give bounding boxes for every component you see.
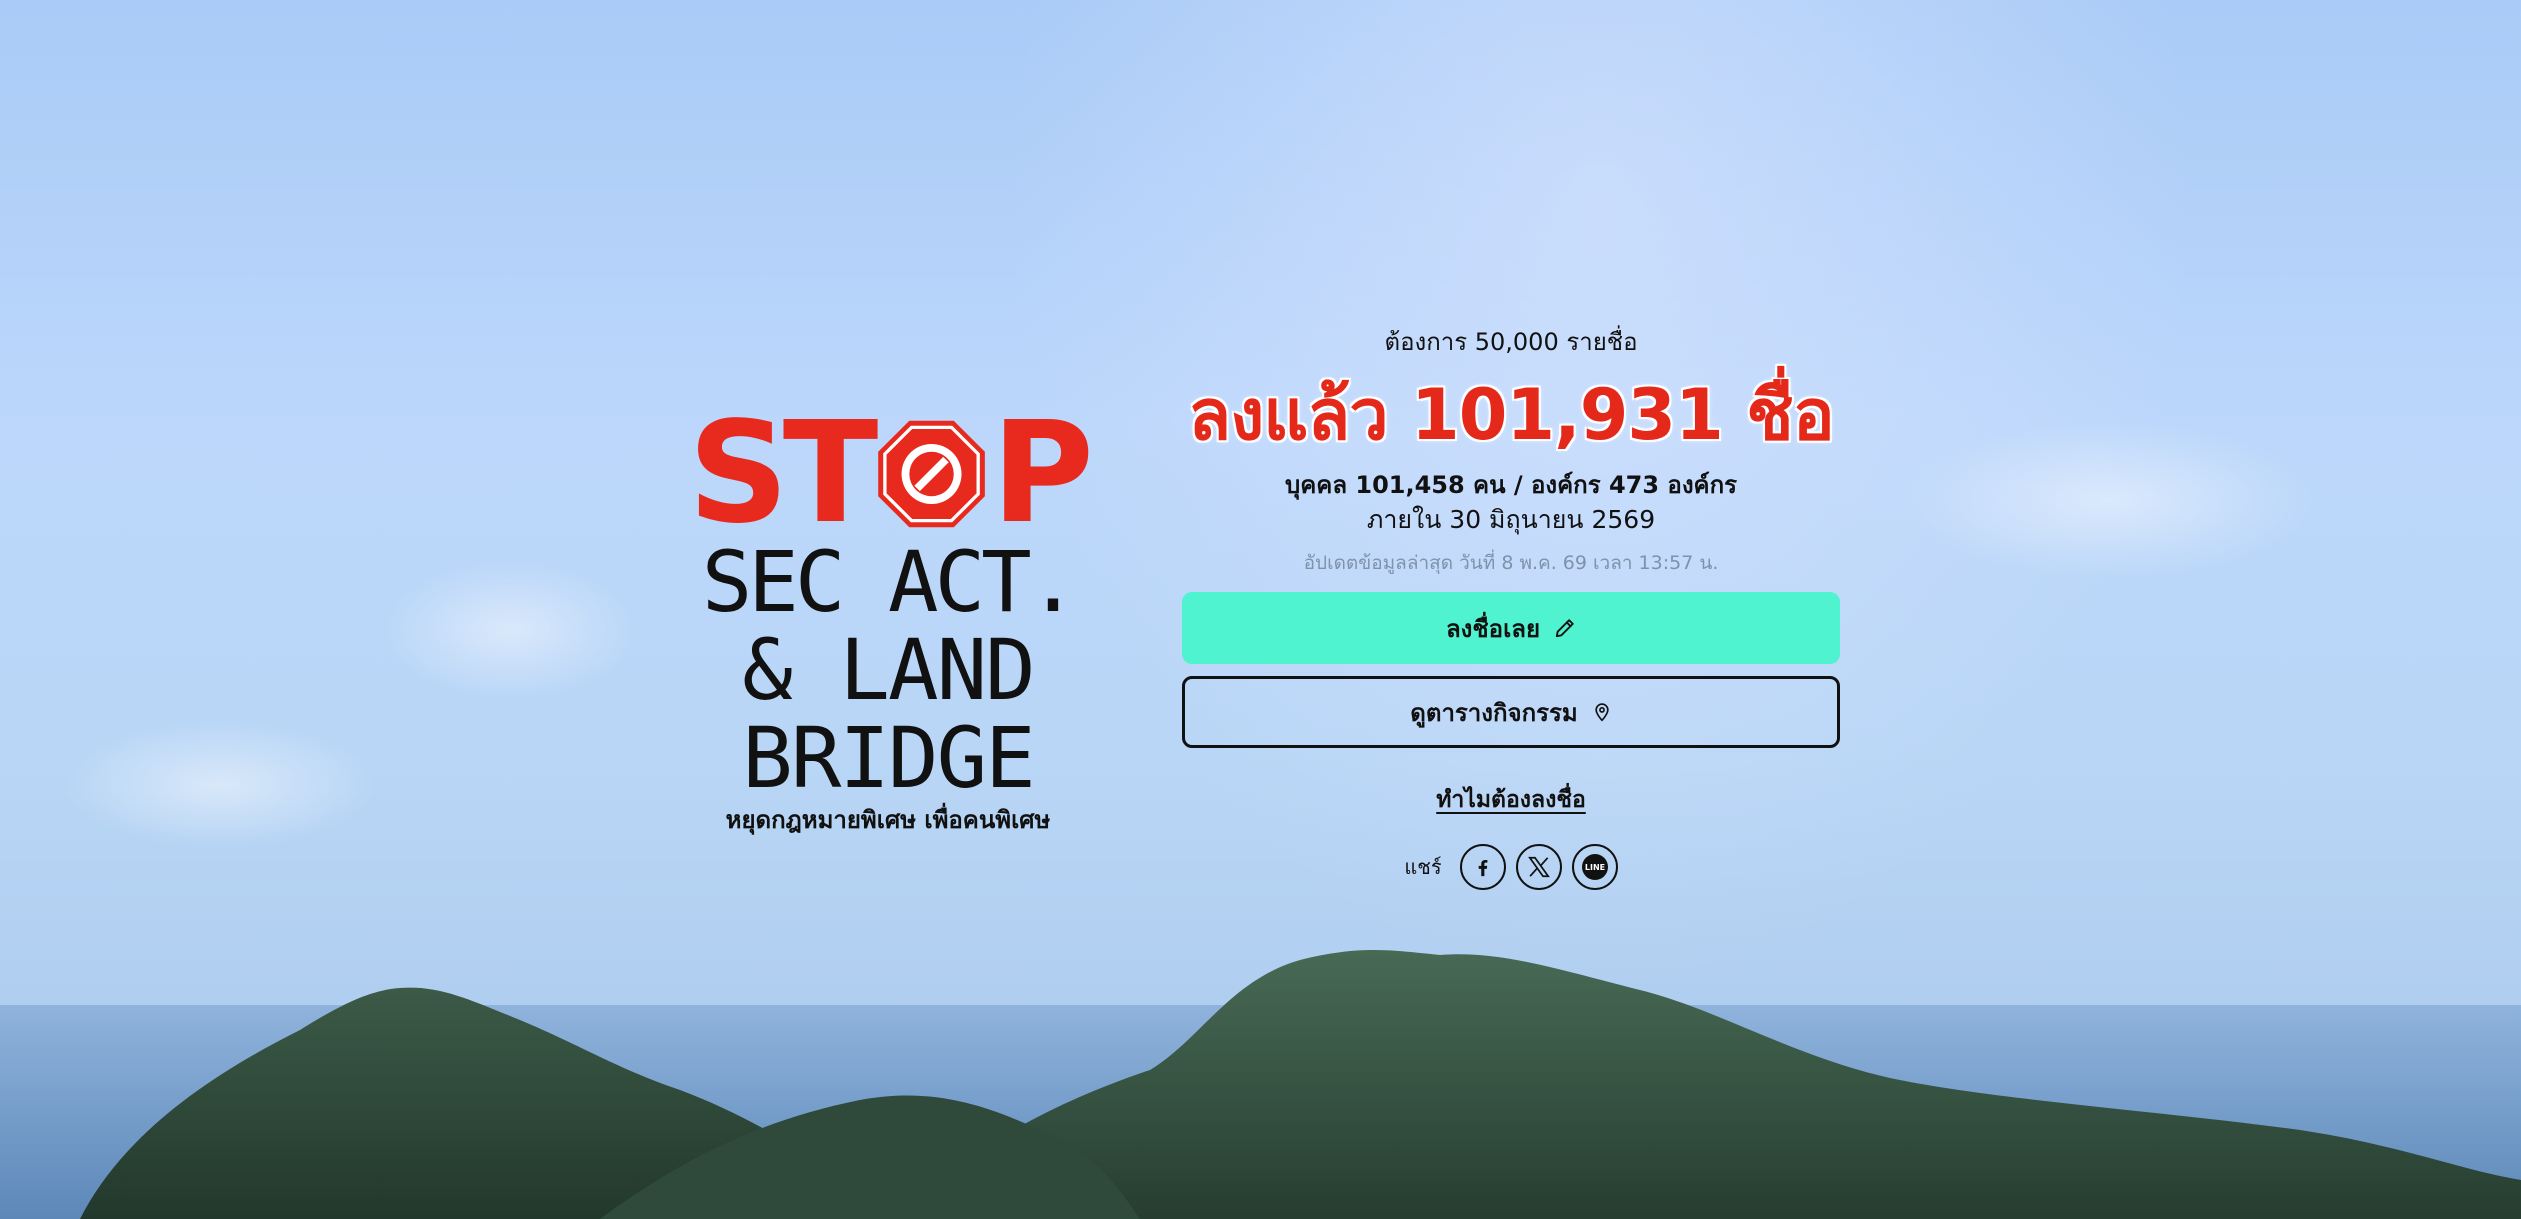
stop-letters-st: ST: [688, 392, 878, 555]
why-sign-link[interactable]: ทำไมต้องลงชื่อ: [1436, 782, 1586, 818]
signature-count-headline: ลงแล้ว 101,931 ชื่อ: [1188, 374, 1835, 456]
sign-now-button[interactable]: ลงชื่อเลย: [1182, 592, 1840, 664]
campaign-logo: ST P SEC ACT. & LAND BRIDGE หยุดกฎหมายพิ…: [688, 392, 1094, 839]
view-schedule-button[interactable]: ดูตารางกิจกรรม: [1182, 676, 1840, 748]
logo-line-sec-act: SEC ACT.: [701, 533, 1079, 631]
map-pin-icon: [1595, 703, 1609, 722]
stop-wordmark: ST P: [688, 392, 1094, 555]
share-x-button[interactable]: [1515, 844, 1562, 890]
signature-deadline: ภายใน 30 มิถุนายน 2569: [1366, 505, 1656, 534]
line-icon: LINE: [1581, 854, 1608, 880]
logo-line-bridge: BRIDGE: [742, 709, 1035, 807]
sign-now-label: ลงชื่อเลย: [1445, 614, 1541, 643]
stop-letters-p: P: [991, 392, 1094, 555]
logo-line-land: & LAND: [742, 621, 1035, 719]
facebook-icon: [1478, 859, 1488, 877]
share-line-button[interactable]: LINE: [1571, 844, 1618, 890]
x-icon: [1527, 856, 1550, 878]
share-facebook-button[interactable]: [1459, 844, 1506, 890]
share-label: แชร์: [1404, 855, 1442, 879]
stop-sign-icon: [878, 420, 986, 528]
signature-breakdown: บุคคล 101,458 คน / องค์กร 473 องค์กร: [1284, 471, 1738, 499]
pencil-icon: [1555, 619, 1574, 638]
signature-target: ต้องการ 50,000 รายชื่อ: [1384, 328, 1638, 356]
signature-panel: ต้องการ 50,000 รายชื่อ ลงแล้ว 101,931 ชื…: [1182, 320, 1840, 890]
line-icon-text: LINE: [1584, 863, 1604, 872]
share-bar: แชร์ LINE: [1182, 844, 1840, 890]
logo-caption: หยุดกฎหมายพิเศษ เพื่อคนพิเศษ: [725, 806, 1051, 834]
page: ST P SEC ACT. & LAND BRIDGE หยุดกฎหมายพิ…: [0, 0, 2521, 1219]
view-schedule-label: ดูตารางกิจกรรม: [1410, 698, 1578, 727]
last-updated: อัปเดตข้อมูลล่าสุด วันที่ 8 พ.ค. 69 เวลา…: [1303, 552, 1719, 574]
